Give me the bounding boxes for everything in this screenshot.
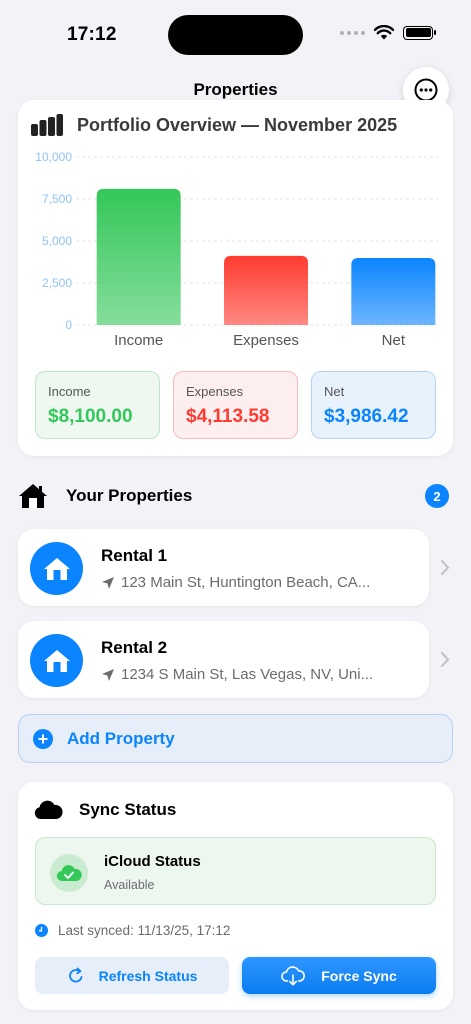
icloud-status-value: Available [104, 878, 155, 892]
y-tick-label: 10,000 [35, 150, 72, 164]
icloud-status-title: iCloud Status [104, 853, 201, 870]
add-property-button[interactable]: Add Property [18, 714, 453, 763]
plus-circle-icon [33, 728, 53, 749]
status-bar: 17:12 [0, 0, 471, 70]
y-tick-label: 5,000 [42, 234, 72, 248]
property-row[interactable]: Rental 2 1234 S Main St, Las Vegas, NV, … [18, 621, 429, 698]
house-icon [19, 484, 47, 508]
sync-title: Sync Status [79, 800, 177, 819]
refresh-icon [68, 967, 82, 982]
status-icons [340, 25, 436, 40]
summary-tile-net: Net $3,986.42 [311, 371, 436, 439]
summary-tile-income: Income $8,100.00 [35, 371, 160, 439]
portfolio-overview-card: Portfolio Overview — November 2025 0 2,50… [18, 100, 453, 456]
summary-label: Expenses [186, 384, 244, 399]
wifi-icon [374, 25, 394, 40]
properties-section-header: Your Properties 2 [18, 480, 453, 512]
summary-value: $4,113.58 [186, 406, 270, 427]
cloud-download-icon [281, 965, 306, 985]
location-arrow-icon [102, 668, 114, 681]
summary-label: Net [324, 384, 345, 399]
y-tick-label: 2,500 [42, 276, 72, 290]
summary-label: Income [48, 384, 91, 399]
house-icon [30, 542, 83, 595]
property-row[interactable]: Rental 1 123 Main St, Huntington Beach, … [18, 529, 429, 606]
refresh-status-button[interactable]: Refresh Status [35, 957, 229, 994]
dynamic-island [168, 15, 303, 55]
add-property-label: Add Property [67, 728, 175, 748]
cellular-signal-icon [340, 30, 365, 35]
refresh-status-label: Refresh Status [98, 967, 198, 984]
section-title: Your Properties [66, 486, 193, 505]
properties-count-badge: 2 [425, 484, 449, 508]
property-address: 123 Main St, Huntington Beach, CA... [101, 574, 406, 591]
force-sync-label: Force Sync [321, 967, 397, 984]
ellipsis-circle-icon [414, 78, 438, 102]
x-tick-label: Income [114, 332, 163, 349]
last-synced: Last synced: 11/13/25, 17:12 [35, 923, 230, 938]
last-synced-text: Last synced: 11/13/25, 17:12 [58, 923, 231, 938]
y-tick-label: 7,500 [42, 192, 72, 206]
property-name: Rental 2 [101, 638, 168, 657]
status-time: 17:12 [67, 24, 117, 45]
force-sync-button[interactable]: Force Sync [242, 957, 436, 994]
location-arrow-icon [102, 576, 114, 589]
sync-status-card: Sync Status iCloud Status Available Last… [18, 782, 453, 1010]
summary-value: $8,100.00 [48, 406, 133, 427]
x-tick-label: Net [382, 332, 406, 349]
icloud-status-box: iCloud Status Available [35, 837, 436, 905]
summary-tile-expenses: Expenses $4,113.58 [173, 371, 298, 439]
summary-value: $3,986.42 [324, 406, 409, 427]
y-tick-label: 0 [65, 318, 72, 332]
clock-icon [35, 924, 48, 937]
x-tick-label: Expenses [233, 332, 299, 349]
page-title: Properties [193, 80, 278, 99]
cloud-icon [34, 800, 63, 819]
property-name: Rental 1 [101, 546, 168, 565]
property-address: 1234 S Main St, Las Vegas, NV, Uni... [101, 666, 406, 683]
chevron-right-icon[interactable] [440, 651, 450, 668]
portfolio-bar-chart: 0 2,500 5,000 7,500 10,000 Income Expenses Net [35, 150, 438, 349]
house-icon [30, 634, 83, 687]
bar-expenses [224, 255, 308, 325]
property-address-text: 123 Main St, Huntington Beach, CA... [121, 574, 371, 591]
property-address-text: 1234 S Main St, Las Vegas, NV, Uni... [121, 666, 374, 683]
bar-income [96, 188, 181, 325]
sync-header: Sync Status [33, 800, 176, 820]
chevron-right-icon[interactable] [440, 559, 450, 576]
cloud-check-icon [50, 854, 88, 892]
battery-icon [403, 25, 436, 40]
bar-net [351, 258, 436, 325]
